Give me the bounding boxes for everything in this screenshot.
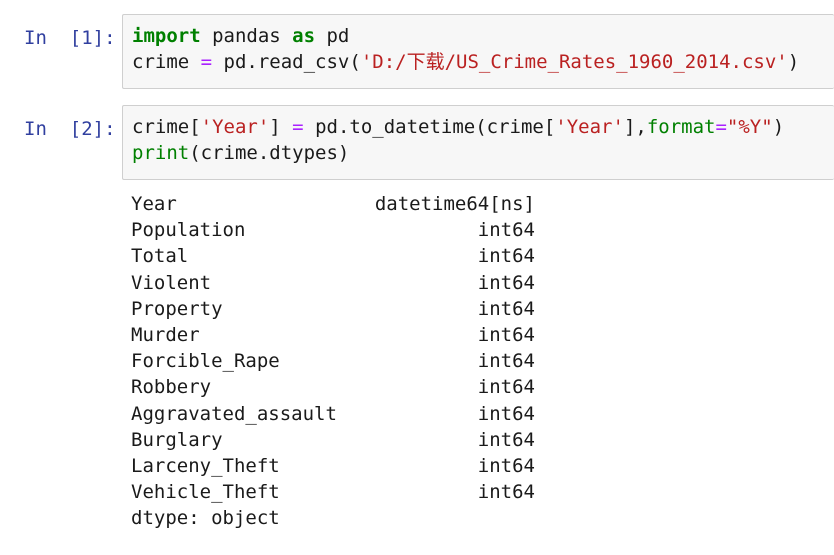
code-token: format bbox=[646, 116, 716, 138]
code-token: (crime.dtypes) bbox=[189, 142, 350, 164]
column-name: Violent bbox=[131, 271, 212, 294]
column-name: Year bbox=[131, 193, 177, 215]
column-dtype: int64 bbox=[477, 481, 535, 504]
cell-1-input[interactable]: import pandas as pd crime = pd.read_csv(… bbox=[122, 14, 834, 89]
column-dtype: int64 bbox=[477, 454, 535, 477]
output-row: Property int64 bbox=[131, 296, 551, 322]
column-dtype: int64 bbox=[477, 402, 535, 425]
code-token: = bbox=[200, 51, 213, 73]
code-token: import bbox=[132, 25, 201, 47]
column-name: Robbery bbox=[131, 376, 212, 399]
code-token: as bbox=[292, 25, 316, 47]
code-line: crime = pd.read_csv('D:/下载/US_Crime_Rate… bbox=[132, 49, 834, 75]
column-name: Aggravated_assault bbox=[131, 402, 337, 425]
column-dtype: int64 bbox=[477, 271, 535, 294]
column-dtype: int64 bbox=[477, 350, 535, 373]
code-token: ) bbox=[787, 51, 800, 73]
code-token: ], bbox=[623, 116, 647, 138]
code-token: pd bbox=[315, 25, 350, 47]
code-token: crime[ bbox=[132, 116, 201, 138]
code-token: "%Y" bbox=[726, 116, 773, 138]
column-name: Vehicle_Theft bbox=[131, 481, 280, 504]
code-token: pd.to_datetime(crime[ bbox=[303, 116, 556, 138]
output-row: Violent int64 bbox=[131, 270, 551, 296]
column-name: Burglary bbox=[131, 428, 223, 451]
output-row: Year datetime64[ns] bbox=[131, 191, 551, 217]
output-row: Vehicle_Theft int64 bbox=[131, 479, 551, 505]
output-row: Burglary int64 bbox=[131, 427, 551, 453]
column-name: Population bbox=[131, 219, 246, 242]
code-token: 'Year' bbox=[555, 116, 624, 138]
code-token: ] bbox=[269, 116, 293, 138]
cell-2-output: Year datetime64[ns] Population int64 Total… bbox=[131, 191, 551, 531]
code-token: crime bbox=[132, 51, 201, 73]
column-name: Property bbox=[131, 297, 223, 320]
code-token: = bbox=[292, 116, 304, 138]
column-name: Murder bbox=[131, 323, 200, 346]
output-row: Larceny_Theft int64 bbox=[131, 453, 551, 479]
column-dtype: int64 bbox=[477, 245, 535, 268]
column-dtype: int64 bbox=[477, 219, 535, 242]
column-name: Larceny_Theft bbox=[131, 454, 280, 477]
column-dtype: int64 bbox=[477, 376, 535, 399]
cell-1-prompt: In [1]: bbox=[24, 27, 116, 49]
column-dtype: int64 bbox=[477, 297, 535, 320]
code-token: pandas bbox=[200, 25, 293, 47]
code-token: print bbox=[132, 142, 190, 164]
column-name: Forcible_Rape bbox=[131, 350, 280, 373]
code-token: pd.read_csv( bbox=[212, 51, 361, 73]
code-line: import pandas as pd bbox=[132, 23, 834, 49]
code-line: crime['Year'] = pd.to_datetime(crime['Ye… bbox=[132, 114, 834, 140]
cell-2-prompt: In [2]: bbox=[24, 118, 116, 140]
column-dtype: int64 bbox=[477, 428, 535, 451]
column-name: Total bbox=[131, 245, 189, 268]
code-token: 'Year' bbox=[200, 116, 270, 138]
output-row: Total int64 bbox=[131, 243, 551, 269]
output-row: Aggravated_assault int64 bbox=[131, 401, 551, 427]
output-row: Forcible_Rape int64 bbox=[131, 348, 551, 374]
output-footer: dtype: object bbox=[131, 507, 280, 530]
column-dtype: datetime64[ns] bbox=[374, 193, 535, 215]
output-row: Robbery int64 bbox=[131, 374, 551, 400]
code-token: 'D:/下载/US_Crime_Rates_1960_2014.csv' bbox=[360, 51, 788, 73]
output-row: Murder int64 bbox=[131, 322, 551, 348]
output-row: Population int64 bbox=[131, 217, 551, 243]
code-line: print(crime.dtypes) bbox=[132, 140, 834, 166]
code-token: = bbox=[715, 116, 727, 138]
cell-2-input[interactable]: crime['Year'] = pd.to_datetime(crime['Ye… bbox=[122, 105, 834, 180]
column-dtype: int64 bbox=[477, 323, 535, 346]
code-token: ) bbox=[772, 116, 785, 138]
